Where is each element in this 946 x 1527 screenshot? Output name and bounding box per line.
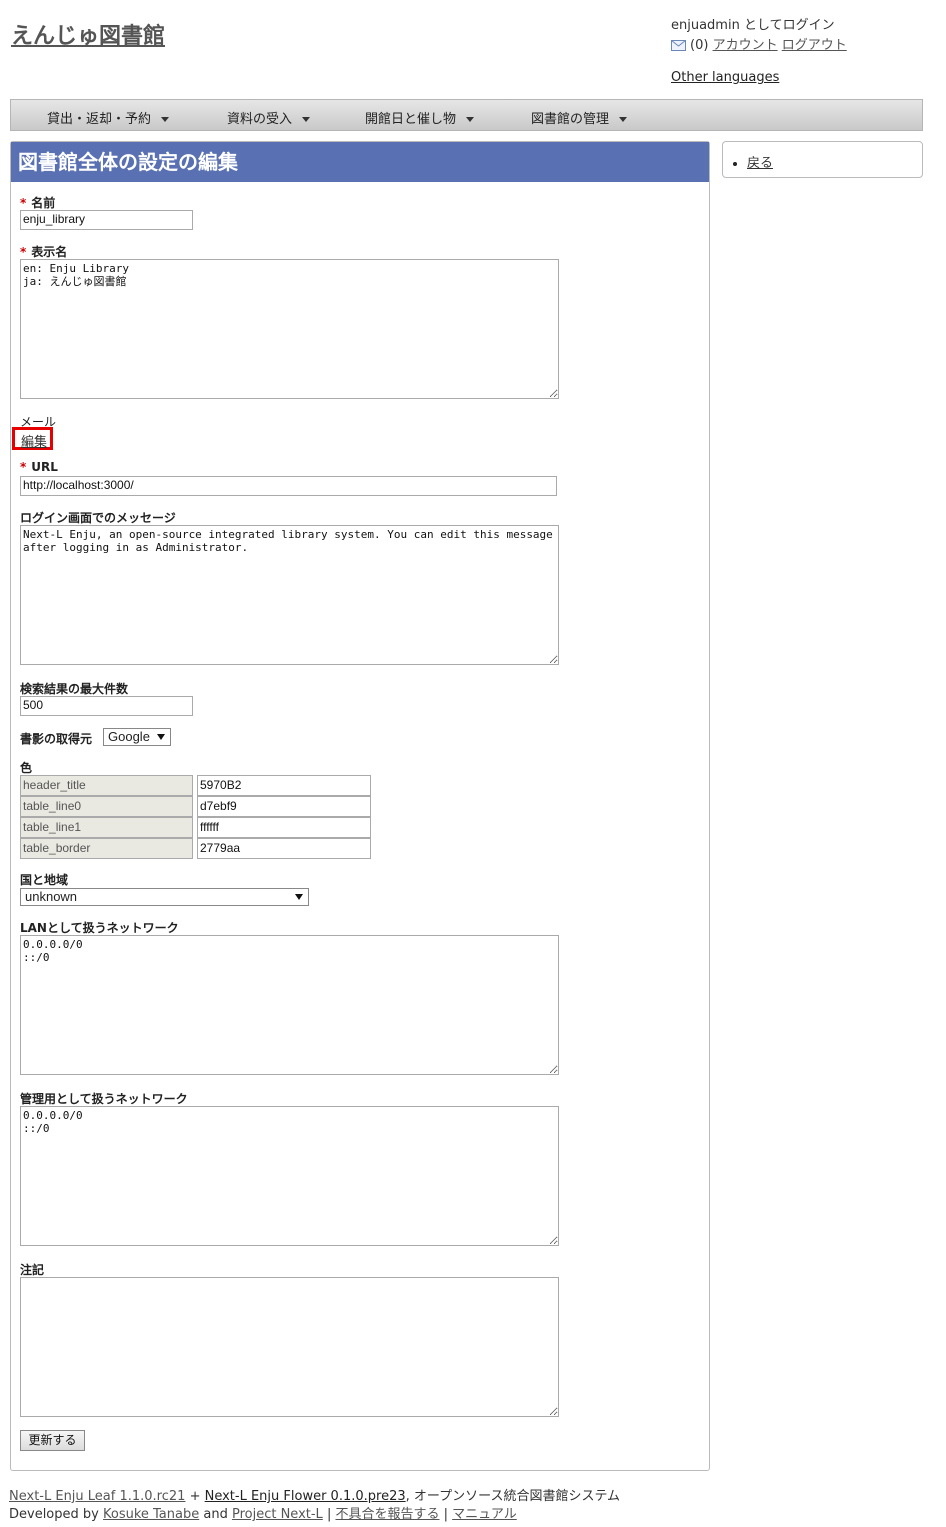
color-key: table_border [20, 838, 193, 859]
flower-version-link[interactable]: Next-L Enju Flower 0.1.0.pre23 [205, 1489, 406, 1504]
color-key: table_line0 [20, 796, 193, 817]
color-value-input[interactable]: 2779aa [197, 838, 371, 859]
book-jacket-select[interactable]: Google [103, 728, 171, 746]
url-label: * URL [20, 460, 58, 474]
leaf-version-link[interactable]: Next-L Enju Leaf 1.1.0.rc21 [9, 1489, 185, 1504]
color-label: 色 [20, 761, 33, 775]
display-name-textarea[interactable]: en: Enju Library ja: えんじゅ図書館 [20, 259, 559, 399]
update-button[interactable]: 更新する [20, 1430, 85, 1451]
max-results-label: 検索結果の最大件数 [20, 682, 129, 696]
nav-events-label: 開館日と催し物 [365, 112, 457, 127]
color-value-input[interactable]: 5970B2 [197, 775, 371, 796]
footer-developed-by: Developed by [9, 1507, 103, 1522]
nav-admin[interactable]: 図書館の管理 [531, 108, 628, 127]
nav-acquisition[interactable]: 資料の受入 [227, 108, 311, 127]
project-link[interactable]: Project Next-L [232, 1507, 323, 1522]
footer-separator: | [322, 1507, 336, 1522]
report-bug-link[interactable]: 不具合を報告する [335, 1507, 439, 1522]
sidebar-item-back: 戻る [747, 152, 773, 171]
country-label: 国と地域 [20, 873, 69, 887]
display-name-label-text: 表示名 [31, 245, 68, 259]
note-textarea[interactable] [20, 1277, 559, 1417]
name-label-text: 名前 [31, 196, 56, 210]
nav-acquisition-label: 資料の受入 [227, 112, 293, 127]
footer-and: and [199, 1507, 232, 1522]
main-nav: 貸出・返却・予約 資料の受入 開館日と催し物 図書館の管理 [10, 99, 923, 131]
dropdown-arrow-icon [157, 734, 165, 740]
mail-edit-link[interactable]: 編集 [21, 431, 47, 450]
chevron-down-icon [302, 117, 311, 122]
account-link[interactable]: アカウント [713, 38, 778, 53]
book-jacket-label: 書影の取得元 [20, 732, 93, 746]
country-value: unknown [25, 889, 78, 904]
name-input[interactable]: enju_library [20, 210, 193, 230]
nav-events[interactable]: 開館日と催し物 [365, 108, 475, 127]
login-status: enjuadmin としてログイン [671, 18, 835, 33]
footer-separator: | [439, 1507, 453, 1522]
lan-label: LANとして扱うネットワーク [20, 921, 179, 935]
login-message-textarea[interactable]: Next-L Enju, an open-source integrated l… [20, 525, 559, 665]
nav-circulation[interactable]: 貸出・返却・予約 [47, 108, 170, 127]
note-label: 注記 [20, 1263, 45, 1277]
color-key: table_line1 [20, 817, 193, 838]
max-results-input[interactable]: 500 [20, 696, 193, 716]
chevron-down-icon [466, 117, 475, 122]
color-key: header_title [20, 775, 193, 796]
footer-system-text: , オープンソース統合図書館システム [405, 1489, 621, 1504]
dropdown-arrow-icon [295, 894, 303, 900]
display-name-label: * 表示名 [20, 243, 67, 260]
url-label-text: URL [31, 460, 58, 474]
chevron-down-icon [161, 117, 170, 122]
page-title: 図書館全体の設定の編集 [11, 142, 709, 182]
footer-line-2: Developed by Kosuke Tanabe and Project N… [9, 1503, 517, 1522]
other-languages-link[interactable]: Other languages [671, 70, 779, 85]
footer-line-1: Next-L Enju Leaf 1.1.0.rc21 + Next-L Enj… [9, 1485, 620, 1504]
admin-network-label: 管理用として扱うネットワーク [20, 1092, 188, 1106]
admin-network-textarea[interactable]: 0.0.0.0/0 ::/0 [20, 1106, 559, 1246]
mail-icon[interactable] [671, 40, 686, 51]
footer-plus: + [185, 1489, 205, 1504]
url-input[interactable]: http://localhost:3000/ [20, 476, 557, 496]
nav-admin-label: 図書館の管理 [531, 112, 610, 127]
nav-circulation-label: 貸出・返却・予約 [47, 112, 152, 127]
color-value-input[interactable]: d7ebf9 [197, 796, 371, 817]
user-box: enjuadmin としてログイン (0) アカウント ログアウト [671, 16, 847, 56]
chevron-down-icon [619, 117, 628, 122]
site-title-link[interactable]: えんじゅ図書館 [11, 18, 165, 50]
author-link[interactable]: Kosuke Tanabe [103, 1507, 199, 1522]
sidebar: 戻る [722, 141, 923, 178]
login-message-label: ログイン画面でのメッセージ [20, 511, 176, 525]
color-value-input[interactable]: ffffff [197, 817, 371, 838]
manual-link[interactable]: マニュアル [452, 1507, 517, 1522]
message-count: (0) [690, 38, 709, 53]
book-jacket-value: Google [108, 729, 150, 744]
logout-link[interactable]: ログアウト [782, 38, 847, 53]
required-mark: * [20, 460, 27, 474]
required-mark: * [20, 245, 27, 259]
lan-textarea[interactable]: 0.0.0.0/0 ::/0 [20, 935, 559, 1075]
name-label: * 名前 [20, 194, 55, 211]
required-mark: * [20, 196, 27, 210]
back-link[interactable]: 戻る [747, 156, 773, 171]
country-select[interactable]: unknown [20, 888, 309, 906]
